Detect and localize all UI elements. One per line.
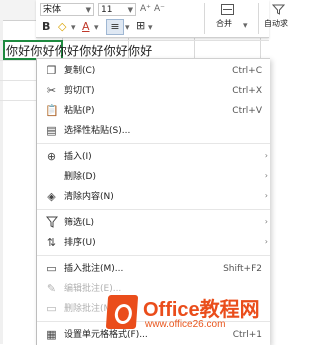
office-logo-icon	[105, 295, 139, 329]
menu-item-delete[interactable]: 删除(D) ›	[37, 167, 270, 187]
menu-item-label: 清除内容(N)	[64, 192, 114, 202]
watermark: Office教程网 www.office26.com	[103, 283, 269, 344]
bold-button[interactable]: B	[42, 20, 50, 34]
submenu-arrow-icon: ›	[264, 237, 268, 246]
filter-icon	[45, 216, 58, 229]
chevron-down-icon[interactable]: ▾	[243, 19, 248, 33]
decrease-font-icon[interactable]: A⁻	[154, 2, 165, 16]
chevron-down-icon: ▼	[127, 6, 133, 14]
submenu-arrow-icon: ›	[264, 191, 268, 200]
menu-item-label: 复制(C)	[64, 66, 96, 76]
chevron-down-icon: ▼	[85, 6, 91, 14]
submenu-arrow-icon: ›	[264, 217, 268, 226]
menu-item-insert[interactable]: ⊕ 插入(I) ›	[37, 147, 270, 167]
edit-comment-icon: ✎	[46, 282, 57, 295]
auto-sum-button[interactable]: 自动求	[264, 4, 304, 34]
menu-item-paste-special[interactable]: ▤ 选择性粘贴(S)...	[37, 121, 270, 141]
font-name-select[interactable]: 宋体 ▼	[40, 3, 94, 16]
divider	[204, 3, 205, 34]
paste-special-icon: ▤	[46, 124, 57, 137]
eraser-icon: ◈	[47, 190, 56, 203]
submenu-arrow-icon: ›	[264, 171, 268, 180]
menu-item-label: 选择性粘贴(S)...	[64, 126, 131, 136]
menu-item-shortcut: Ctrl+V	[232, 106, 262, 116]
menu-item-filter[interactable]: 筛选(L) ›	[37, 213, 270, 233]
menu-item-sort[interactable]: ⇅ 排序(U) ›	[37, 233, 270, 253]
insert-icon: ⊕	[46, 150, 57, 163]
menu-item-label: 删除(D)	[64, 172, 96, 182]
menu-item-shortcut: Shift+F2	[223, 264, 262, 274]
menu-separator	[37, 209, 270, 210]
menu-item-shortcut: Ctrl+C	[232, 66, 262, 76]
menu-item-insert-comment[interactable]: ▭ 插入批注(M)... Shift+F2	[37, 259, 270, 279]
font-name-value: 宋体	[43, 5, 62, 15]
menu-item-label: 剪切(T)	[64, 86, 95, 96]
align-button[interactable]: ≡	[106, 19, 124, 35]
divider	[258, 3, 259, 34]
format-cells-icon: ▦	[46, 328, 57, 341]
chevron-down-icon[interactable]: ▾	[71, 21, 76, 35]
mini-toolbar: 宋体 ▼ 11 ▼ A⁺ A⁻ B ◇ ▾ A ▾ ≡ ▾ ⊞ ▾ 合并 ▾ 自…	[36, 0, 288, 38]
menu-item-copy[interactable]: ❐ 复制(C) Ctrl+C	[37, 61, 270, 81]
merge-label: 合并	[216, 19, 232, 28]
row-header-bar	[0, 20, 3, 344]
cut-icon: ✂	[46, 84, 57, 97]
fill-color-icon[interactable]: ◇	[58, 20, 66, 34]
watermark-brand: Office教程网	[143, 299, 260, 321]
menu-separator	[37, 143, 270, 144]
watermark-url: www.office26.com	[145, 319, 226, 330]
sort-icon: ⇅	[46, 236, 57, 249]
border-button[interactable]: ⊞	[136, 19, 145, 33]
menu-item-label: 粘贴(P)	[64, 106, 95, 116]
submenu-arrow-icon: ›	[264, 151, 268, 160]
auto-sum-label: 自动求	[264, 19, 288, 28]
font-size-select[interactable]: 11 ▼	[98, 3, 136, 16]
menu-item-label: 排序(U)	[64, 238, 96, 248]
menu-separator	[37, 255, 270, 256]
copy-icon: ❐	[46, 64, 57, 77]
delete-comment-icon: ▭	[46, 302, 57, 315]
font-size-value: 11	[101, 5, 113, 15]
paste-icon: 📋	[45, 104, 59, 117]
menu-item-clear-contents[interactable]: ◈ 清除内容(N) ›	[37, 187, 270, 207]
merge-icon	[221, 4, 234, 15]
menu-item-shortcut: Ctrl+X	[232, 86, 262, 96]
chevron-down-icon[interactable]: ▾	[148, 21, 153, 35]
chevron-down-icon[interactable]: ▾	[125, 21, 130, 35]
menu-item-label: 筛选(L)	[64, 218, 95, 228]
menu-item-paste[interactable]: 📋 粘贴(P) Ctrl+V	[37, 101, 270, 121]
menu-item-label: 插入批注(M)...	[64, 264, 124, 274]
menu-item-cut[interactable]: ✂ 剪切(T) Ctrl+X	[37, 81, 270, 101]
menu-item-label: 插入(I)	[64, 152, 92, 162]
font-color-button[interactable]: A	[82, 20, 90, 34]
increase-font-icon[interactable]: A⁺	[140, 2, 151, 16]
merge-button[interactable]: 合并	[216, 4, 240, 34]
cell-text: 你好你好你好你好你好你好	[6, 44, 153, 58]
comment-icon: ▭	[46, 262, 57, 275]
filter-sum-icon	[272, 4, 285, 15]
chevron-down-icon[interactable]: ▾	[94, 21, 99, 35]
